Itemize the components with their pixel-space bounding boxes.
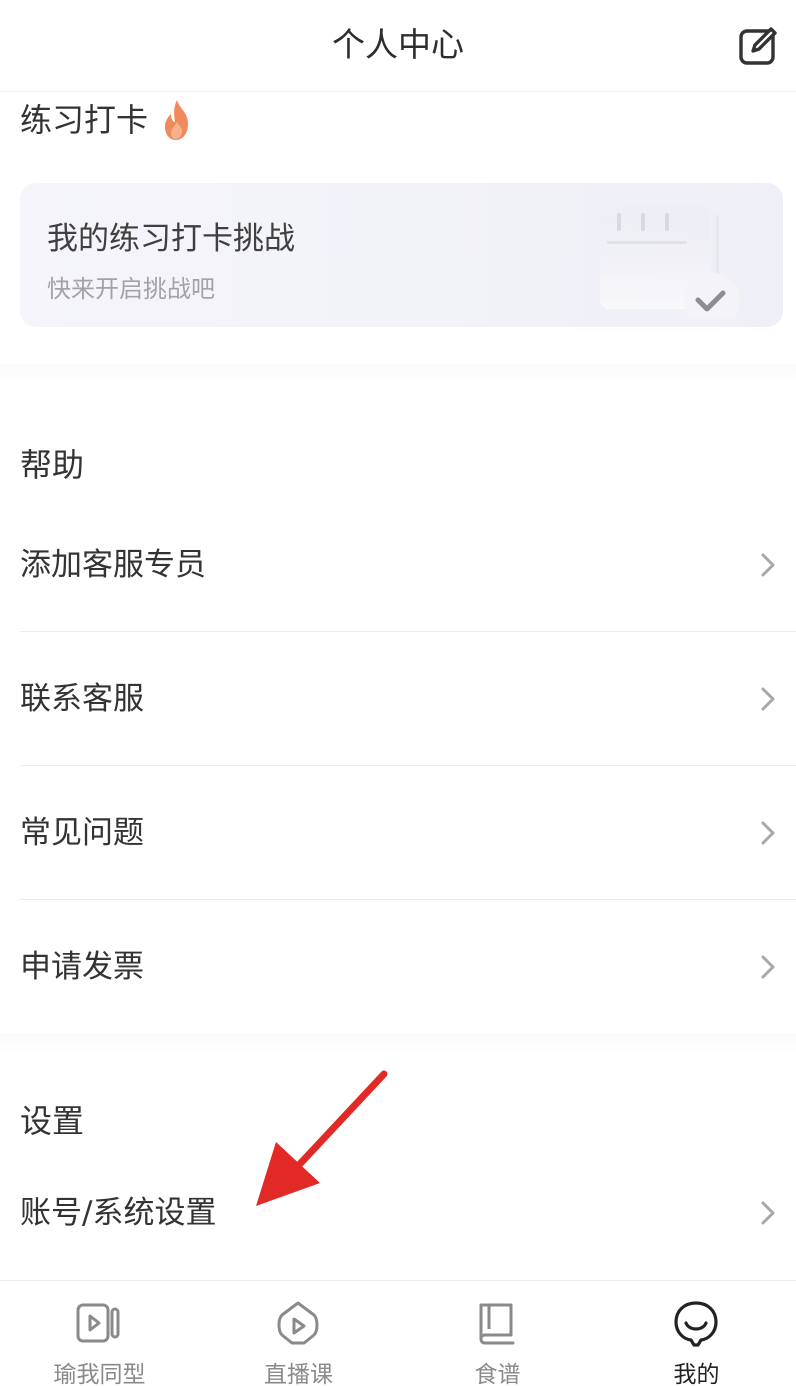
page-title: 个人中心 [332,25,464,64]
chevron-right-icon [761,1201,775,1225]
tab-label: 瑜我同型 [53,1362,146,1386]
tab-recipes[interactable]: 食谱 [398,1281,597,1386]
menu-item-faq[interactable]: 常见问题 [0,766,796,900]
face-icon [674,1301,718,1347]
section-spacer [0,364,796,384]
fire-icon [165,100,188,140]
settings-section-title: 设置 [20,1102,85,1140]
menu-item-request-invoice[interactable]: 申请发票 [0,900,796,1034]
tab-label: 我的 [673,1362,720,1386]
help-section-title: 帮助 [20,446,85,484]
menu-item-label: 账号/系统设置 [20,1195,217,1231]
checkin-section-title: 练习打卡 [20,101,149,139]
chevron-right-icon [761,553,775,577]
video-icon [76,1303,120,1343]
menu-item-label: 联系客服 [20,681,144,717]
red-arrow-annotation [256,1070,388,1206]
tab-yoga-same-type[interactable]: 瑜我同型 [0,1281,199,1386]
book-icon [479,1303,515,1345]
top-bar: 个人中心 [0,0,796,92]
tab-label: 直播课 [264,1362,333,1386]
menu-item-label: 常见问题 [20,815,144,851]
chevron-right-icon [761,687,775,711]
menu-item-add-service-agent[interactable]: 添加客服专员 [0,498,796,632]
chevron-right-icon [761,821,775,845]
calendar-check-icon [600,205,740,319]
tab-label: 食谱 [474,1362,521,1386]
menu-item-label: 申请发票 [20,949,144,985]
challenge-subtitle: 快来开启挑战吧 [47,275,215,303]
live-play-icon [277,1301,319,1345]
section-spacer [0,1034,796,1054]
menu-item-label: 添加客服专员 [20,547,206,583]
checkin-challenge-card[interactable]: 我的练习打卡挑战 快来开启挑战吧 [20,183,783,327]
menu-item-contact-service[interactable]: 联系客服 [0,632,796,766]
tab-live-class[interactable]: 直播课 [199,1281,398,1386]
challenge-title: 我的练习打卡挑战 [47,221,295,257]
chevron-right-icon [761,955,775,979]
edit-icon[interactable] [736,24,780,68]
tab-mine[interactable]: 我的 [597,1281,796,1386]
bottom-tab-bar: 瑜我同型 直播课 食谱 我的 [0,1280,796,1386]
